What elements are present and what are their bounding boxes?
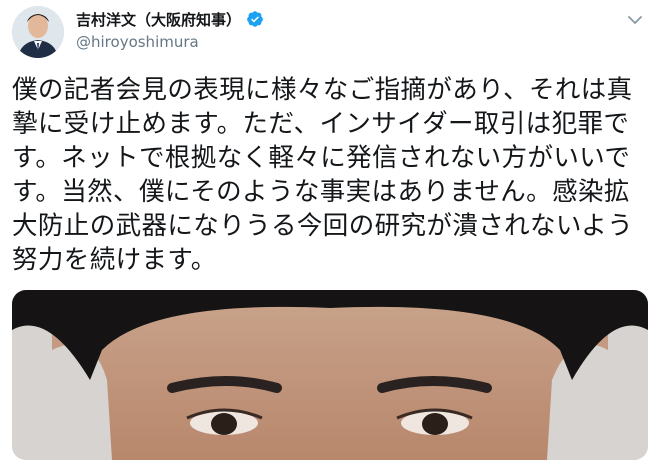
verified-badge-icon [246, 10, 264, 28]
photo-image [12, 290, 648, 460]
avatar-image [12, 6, 64, 58]
tweet-header: 吉村洋文（大阪府知事） @hiroyoshimura [0, 0, 660, 64]
chevron-down-icon[interactable] [628, 10, 642, 24]
tweet-media-photo[interactable] [12, 290, 648, 460]
author-handle[interactable]: @hiroyoshimura [76, 33, 264, 51]
tweet-text: 僕の記者会見の表現に様々なご指摘があり、それは真摯に受け止めます。ただ、インサイ… [12, 75, 634, 275]
avatar[interactable] [12, 6, 64, 58]
author-names: 吉村洋文（大阪府知事） @hiroyoshimura [76, 9, 264, 51]
author-display-name[interactable]: 吉村洋文（大阪府知事） [76, 9, 241, 30]
